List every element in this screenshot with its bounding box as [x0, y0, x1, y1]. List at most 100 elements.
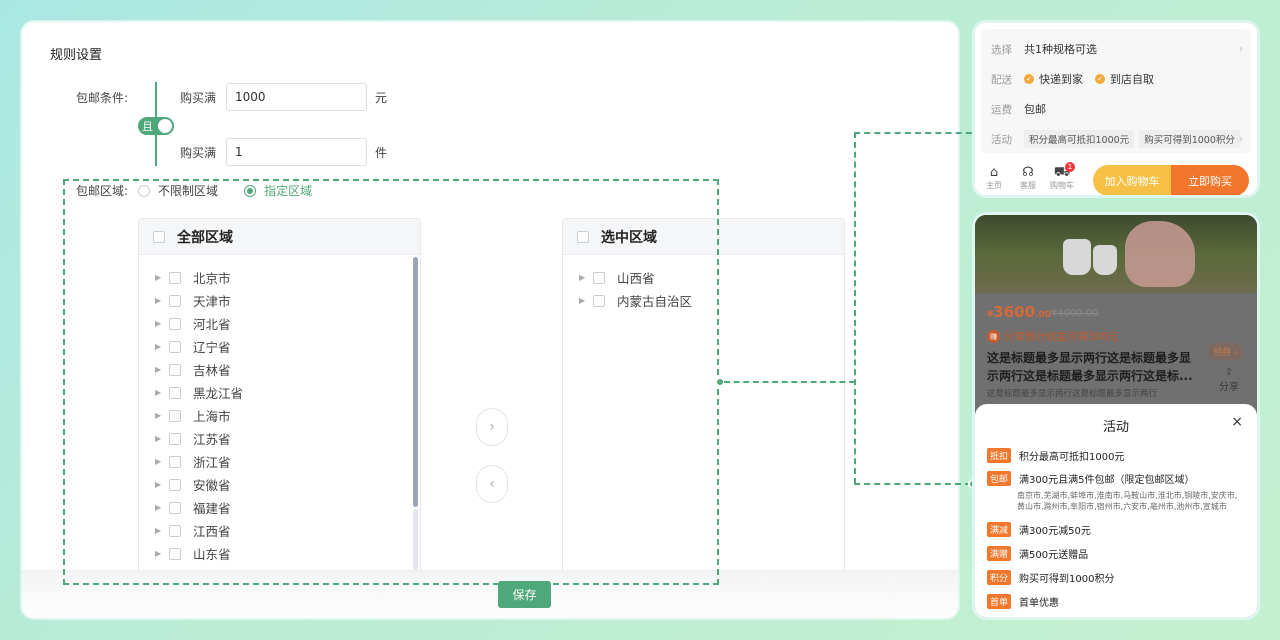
expand-caret-icon[interactable]: ▶ [155, 434, 169, 443]
headset-icon: ☊ [1022, 164, 1034, 180]
region-checkbox[interactable] [593, 271, 605, 284]
service-button[interactable]: ☊ 客服 [1013, 164, 1043, 191]
expand-caret-icon[interactable]: ▶ [155, 480, 169, 489]
region-checkbox[interactable] [169, 501, 181, 514]
product-photo [975, 215, 1257, 293]
delivery-option-pickup[interactable]: 到店自取 [1110, 71, 1154, 87]
region-checkbox[interactable] [169, 478, 181, 491]
region-row: 包邮区域: 不限制区域 指定区域 [76, 182, 312, 199]
move-left-button[interactable]: ‹ [476, 465, 508, 503]
cart-button[interactable]: ⛟ 1 购物车 [1047, 161, 1077, 191]
region-item[interactable]: ▶ 河北省 [139, 312, 420, 335]
region-checkbox[interactable] [169, 317, 181, 330]
region-item[interactable]: ▶ 江西省 [139, 519, 420, 542]
region-checkbox[interactable] [169, 340, 181, 353]
buy-now-button[interactable]: 立即购买 [1171, 165, 1249, 195]
product-subtitle: 这是标题最多显示两行这是标题最多显示两行 [987, 389, 1158, 399]
move-right-button[interactable]: › [476, 408, 508, 446]
region-item[interactable]: ▶ 山西省 [563, 266, 844, 289]
activity-item: 满赠 满500元送赠品 [987, 546, 1088, 561]
region-name: 黑龙江省 [193, 386, 244, 401]
region-item[interactable]: ▶ 内蒙古自治区 [563, 289, 844, 312]
region-item[interactable]: ▶ 安徽省 [139, 473, 420, 496]
region-item[interactable]: ▶ 北京市 [139, 266, 420, 289]
expand-caret-icon[interactable]: ▶ [155, 411, 169, 420]
region-checkbox[interactable] [169, 432, 181, 445]
coupon-button[interactable]: 领券 › [1207, 343, 1244, 360]
radio-unlimited-region[interactable]: 不限制区域 [138, 182, 218, 199]
activity-row[interactable]: 活动 积分最高可抵扣1000元 购买可得到1000积分 › [991, 130, 1249, 148]
region-item[interactable]: ▶ 江苏省 [139, 427, 420, 450]
activity-text: 积分最高可抵扣1000元 [1019, 452, 1125, 463]
bottom-bar [22, 570, 958, 618]
region-item[interactable]: ▶ 吉林省 [139, 358, 420, 381]
expand-caret-icon[interactable]: ▶ [155, 365, 169, 374]
amount-input[interactable]: 1000 [226, 83, 367, 111]
select-all-checkbox[interactable] [153, 230, 165, 243]
home-button[interactable]: ⌂ 主页 [979, 165, 1009, 191]
select-all-checkbox[interactable] [577, 230, 589, 243]
share-button[interactable]: ⇪ 分享 [1219, 367, 1239, 393]
region-name: 内蒙古自治区 [617, 294, 693, 309]
region-checkbox[interactable] [169, 524, 181, 537]
region-checkbox[interactable] [169, 409, 181, 422]
selected-regions-title: 选中区域 [601, 229, 657, 246]
radio-dot [138, 184, 151, 197]
expand-caret-icon[interactable]: ▶ [155, 296, 169, 305]
expand-caret-icon[interactable]: ▶ [155, 526, 169, 535]
region-checkbox[interactable] [169, 547, 181, 560]
expand-caret-icon[interactable]: ▶ [155, 388, 169, 397]
original-price: ¥4000.00 [1051, 308, 1099, 319]
delivery-option-express[interactable]: 快递到家 [1039, 71, 1083, 87]
activity-item: 首单 首单优惠 [987, 594, 1059, 609]
save-button[interactable]: 保存 [498, 581, 551, 608]
spec-row[interactable]: 选择 共1种规格可选 › [991, 41, 1249, 57]
region-name: 福建省 [193, 501, 231, 516]
activity-text: 满300元减50元 [1019, 526, 1091, 537]
expand-caret-icon[interactable]: ▶ [579, 273, 593, 282]
shipping-key: 运费 [991, 103, 1012, 116]
and-toggle[interactable]: 且 [138, 117, 174, 135]
expand-caret-icon[interactable]: ▶ [155, 503, 169, 512]
expand-caret-icon[interactable]: ▶ [579, 296, 593, 305]
region-item[interactable]: ▶ 上海市 [139, 404, 420, 427]
region-name: 江西省 [193, 524, 231, 539]
activity-text: 满300元且满5件包邮（限定包邮区域） [1019, 475, 1195, 486]
scrollbar-track[interactable] [413, 509, 418, 577]
expand-caret-icon[interactable]: ▶ [155, 273, 169, 282]
region-item[interactable]: ▶ 浙江省 [139, 450, 420, 473]
region-checkbox[interactable] [593, 294, 605, 307]
region-checkbox[interactable] [169, 455, 181, 468]
region-item[interactable]: ▶ 黑龙江省 [139, 381, 420, 404]
expand-caret-icon[interactable]: ▶ [155, 457, 169, 466]
free-shipping-cities: 南京市,芜湖市,蚌埠市,淮南市,马鞍山市,淮北市,铜陵市,安庆市,黄山市,滁州市… [1017, 491, 1238, 511]
activity-item: 满减 满300元减50元 [987, 522, 1091, 537]
radio-label: 指定区域 [264, 184, 313, 198]
region-item[interactable]: ▶ 山东省 [139, 542, 420, 565]
region-name: 河北省 [193, 317, 231, 332]
region-checkbox[interactable] [169, 386, 181, 399]
region-checkbox[interactable] [169, 271, 181, 284]
spec-key: 选择 [991, 43, 1012, 56]
region-name: 天津市 [193, 294, 231, 309]
region-checkbox[interactable] [169, 294, 181, 307]
shipping-value: 包邮 [1024, 103, 1046, 116]
region-item[interactable]: ▶ 天津市 [139, 289, 420, 312]
scrollbar-thumb[interactable] [413, 257, 418, 507]
radio-specified-region[interactable]: 指定区域 [244, 182, 312, 199]
add-to-cart-button[interactable]: 加入购物车 [1093, 165, 1171, 195]
expand-caret-icon[interactable]: ▶ [155, 549, 169, 558]
price-dec: .00 [1035, 310, 1051, 320]
activity-pill: 积分最高可抵扣1000元 [1024, 130, 1135, 148]
share-icon: ⇪ [1224, 367, 1234, 378]
region-item[interactable]: ▶ 福建省 [139, 496, 420, 519]
expand-caret-icon[interactable]: ▶ [155, 319, 169, 328]
photo-shoe [1093, 245, 1117, 275]
region-item[interactable]: ▶ 辽宁省 [139, 335, 420, 358]
region-checkbox[interactable] [169, 363, 181, 376]
count-input[interactable]: 1 [226, 138, 367, 166]
close-icon[interactable]: × [1231, 414, 1243, 430]
rule-settings-panel: 规则设置 包邮条件: 且 购买满 1000 元 购买满 1 件 包邮区域: 不限… [20, 20, 960, 620]
expand-caret-icon[interactable]: ▶ [155, 342, 169, 351]
activity-item: 抵扣 积分最高可抵扣1000元 [987, 448, 1124, 463]
